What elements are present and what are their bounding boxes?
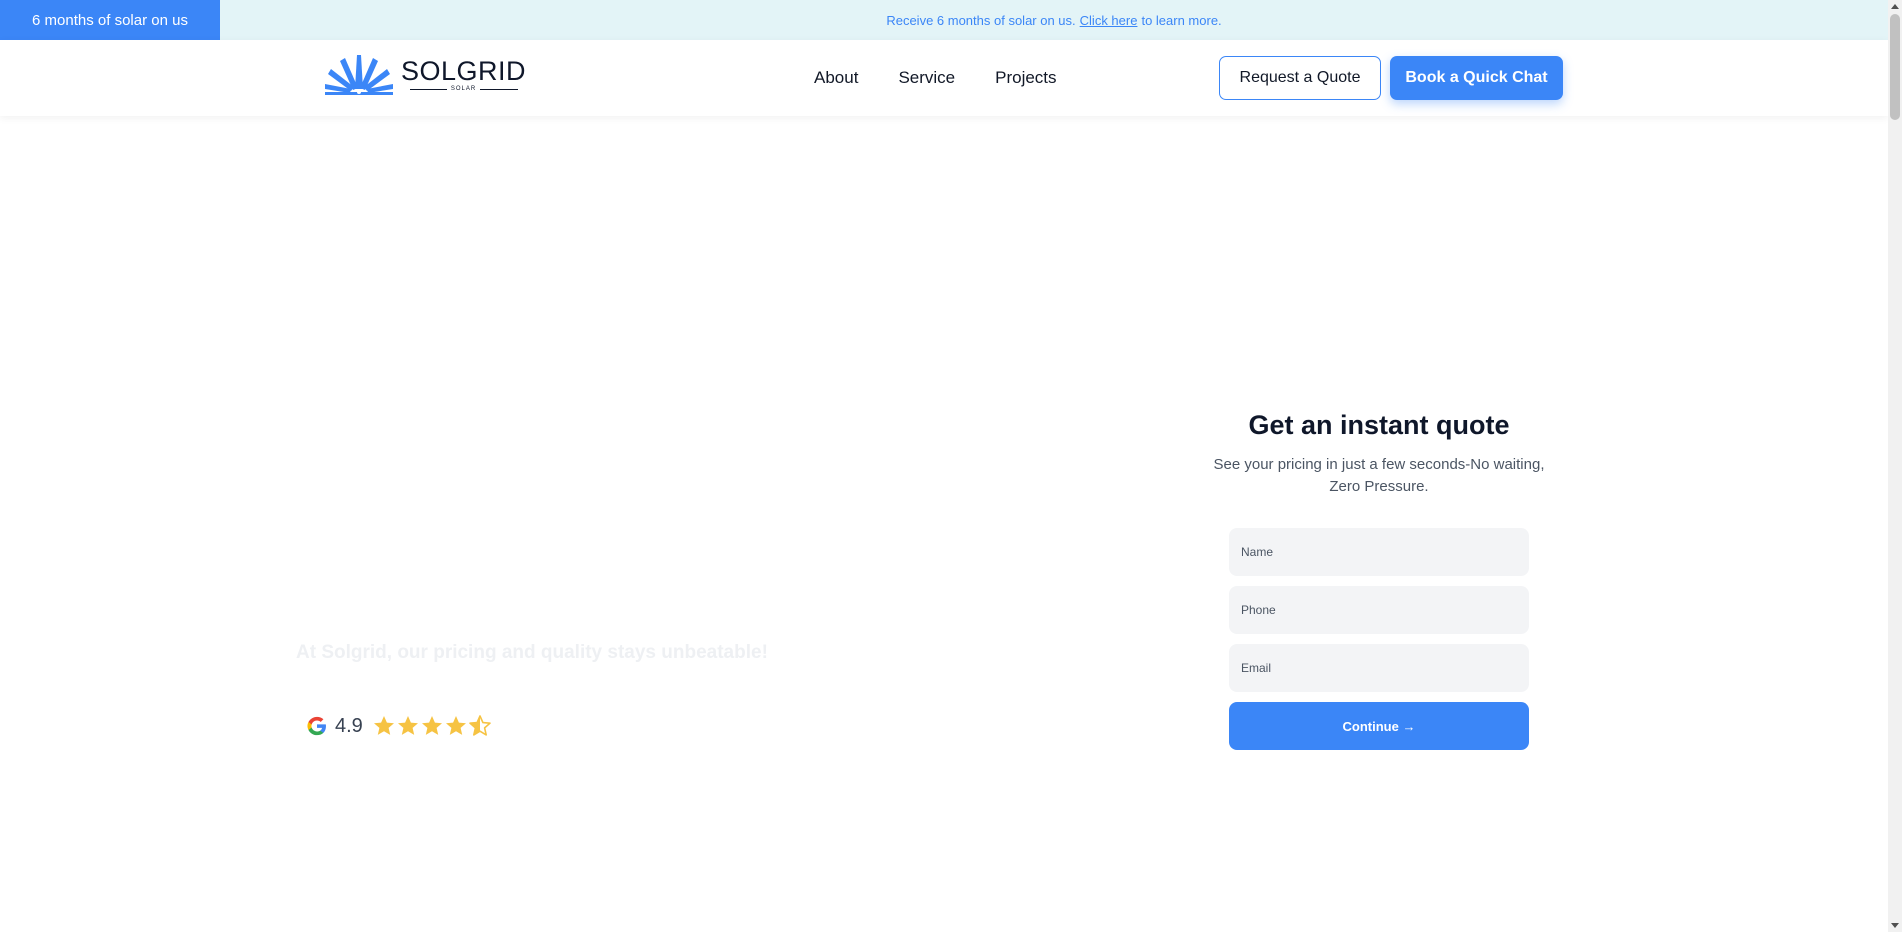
promo-bar: 6 months of solar on us Receive 6 months… xyxy=(0,0,1888,40)
star-icon xyxy=(397,716,418,735)
logo-subtitle: SOLAR xyxy=(450,86,477,92)
star-icon xyxy=(373,716,394,735)
scroll-up-icon[interactable] xyxy=(1891,4,1899,9)
scroll-thumb[interactable] xyxy=(1890,14,1900,120)
promo-link[interactable]: Click here xyxy=(1080,13,1138,28)
email-field[interactable] xyxy=(1229,644,1529,692)
quote-subtitle: See your pricing in just a few seconds-N… xyxy=(1213,456,1545,495)
logo-divider xyxy=(409,88,447,90)
name-field[interactable] xyxy=(1229,528,1529,576)
promo-message-suffix: to learn more. xyxy=(1141,12,1222,28)
logo[interactable]: SOLGRID SOLAR xyxy=(325,54,526,96)
logo-name: SOLGRID xyxy=(401,56,527,86)
main-nav: About Service Projects xyxy=(814,40,1097,116)
book-chat-button[interactable]: Book a Quick Chat xyxy=(1390,56,1563,100)
star-icon xyxy=(445,716,466,735)
nav-about[interactable]: About xyxy=(814,68,858,88)
hero-tagline: At Solgrid, our pricing and quality stay… xyxy=(296,642,768,663)
nav-service[interactable]: Service xyxy=(898,68,955,88)
google-icon xyxy=(307,716,326,736)
nav-projects[interactable]: Projects xyxy=(995,68,1056,88)
logo-text: SOLGRID SOLAR xyxy=(401,56,527,93)
request-quote-button[interactable]: Request a Quote xyxy=(1219,56,1381,100)
star-icon xyxy=(421,716,442,735)
promo-message: Receive 6 months of solar on us. Click h… xyxy=(0,0,1888,40)
sun-logo-icon xyxy=(325,55,393,95)
rating-value: 4.9 xyxy=(335,714,363,737)
half-star-icon xyxy=(469,715,491,736)
logo-sub-row: SOLAR xyxy=(409,86,518,92)
site-header: SOLGRID SOLAR About Service Projects Req… xyxy=(0,40,1888,116)
page-scrollbar[interactable] xyxy=(1888,0,1902,932)
logo-divider xyxy=(480,88,518,90)
google-rating: 4.9 xyxy=(306,713,492,739)
quote-title: Get an instant quote xyxy=(1248,410,1510,440)
phone-field[interactable] xyxy=(1229,586,1529,634)
continue-button[interactable]: Continue → xyxy=(1229,702,1529,750)
scroll-down-icon[interactable] xyxy=(1891,923,1899,928)
promo-message-prefix: Receive 6 months of solar on us. xyxy=(886,12,1076,28)
